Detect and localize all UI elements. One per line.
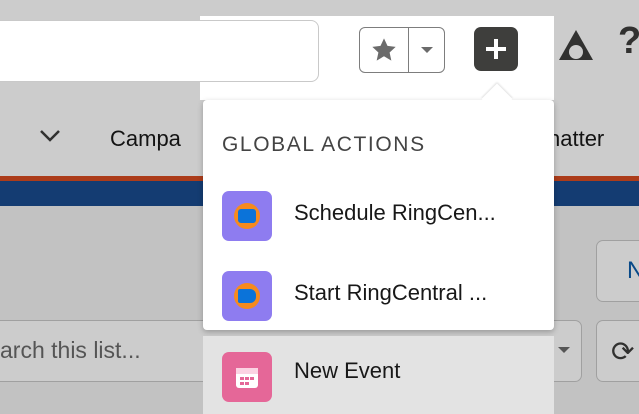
global-action-label: New Event <box>294 358 401 383</box>
star-icon <box>372 38 396 61</box>
plus-icon <box>486 39 506 59</box>
favorites-button[interactable] <box>360 28 409 72</box>
calendar-icon <box>222 352 272 402</box>
global-action-label: Start RingCentral ... <box>294 280 488 305</box>
global-action-label: Schedule RingCen... <box>294 200 496 225</box>
chevron-down-icon <box>420 47 433 53</box>
global-actions-button[interactable] <box>474 27 518 71</box>
ringcentral-video-icon <box>222 271 272 321</box>
global-action-item[interactable]: Start RingCentral ... <box>203 258 554 334</box>
favorites-menu-button[interactable] <box>409 28 444 72</box>
global-actions-title: GLOBAL ACTIONS <box>222 133 426 156</box>
global-search-input[interactable] <box>0 20 319 82</box>
favorites-group[interactable] <box>359 27 445 73</box>
global-action-item[interactable]: Schedule RingCen... <box>203 178 554 254</box>
ringcentral-schedule-icon <box>222 191 272 241</box>
